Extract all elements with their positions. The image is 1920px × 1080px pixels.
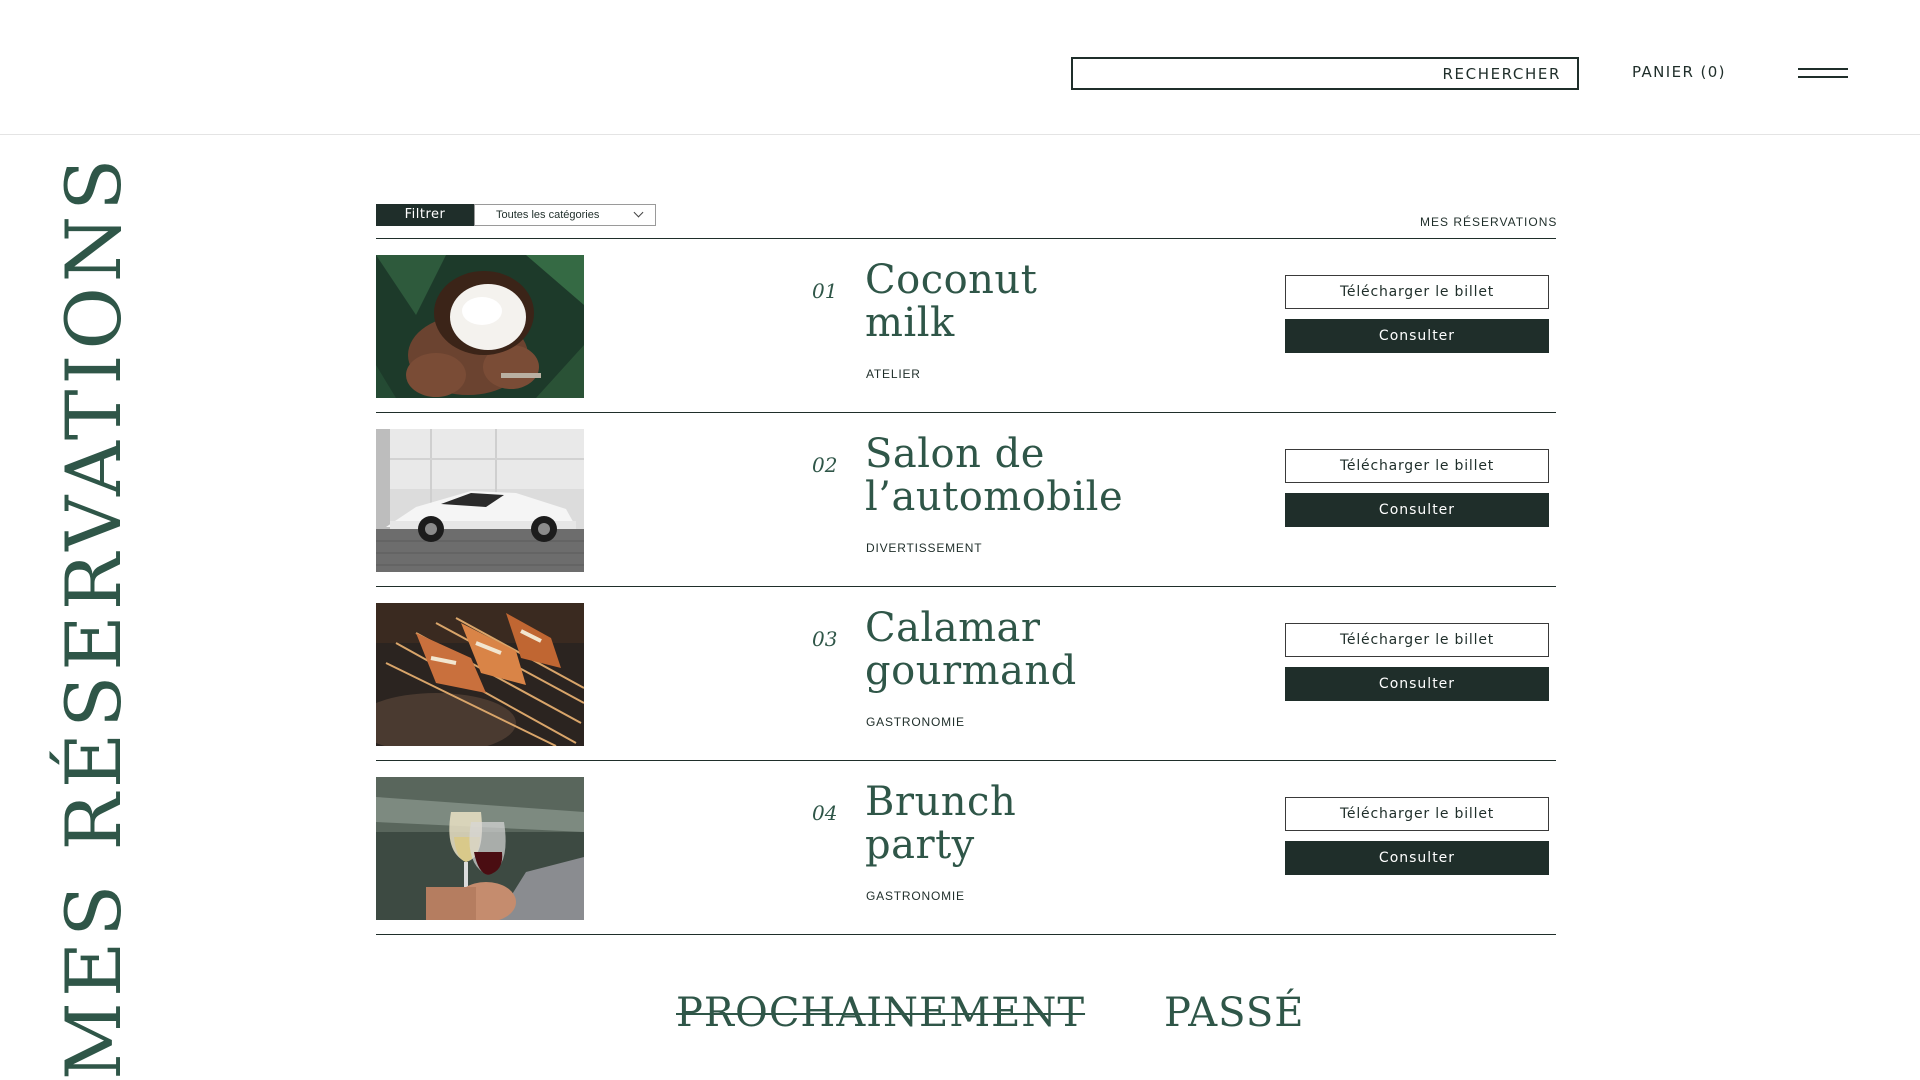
booking-title-line1: Brunch xyxy=(865,779,1017,825)
search-button[interactable]: RECHERCHER xyxy=(1443,65,1561,83)
booking-title-line2: milk xyxy=(865,300,955,346)
grilled-squid-photo xyxy=(376,603,584,746)
cart-link[interactable]: PANIER (0) xyxy=(1632,63,1726,81)
filter-label: Filtrer xyxy=(376,204,474,226)
booking-category: DIVERTISSEMENT xyxy=(866,541,983,555)
booking-number: 04 xyxy=(812,801,838,825)
booking-title-line2: gourmand xyxy=(865,648,1077,694)
chevron-down-icon xyxy=(633,207,644,218)
hamburger-icon[interactable] xyxy=(1798,65,1848,81)
booking-number: 03 xyxy=(812,627,838,651)
my-bookings-heading: MES RÉSERVATIONS xyxy=(1420,215,1558,229)
view-button[interactable]: Consulter xyxy=(1285,319,1549,353)
coconut-photo xyxy=(376,255,584,398)
site-header: RECHERCHER PANIER (0) xyxy=(0,0,1920,135)
booking-title-line1: Coconut xyxy=(865,257,1038,303)
search-input[interactable] xyxy=(1079,62,1379,86)
download-ticket-button[interactable]: Télécharger le billet xyxy=(1285,623,1549,657)
page-title-vertical: MES RÉSERVATIONS xyxy=(49,153,138,1080)
booking-category: GASTRONOMIE xyxy=(866,889,965,903)
download-ticket-button[interactable]: Télécharger le billet xyxy=(1285,797,1549,831)
booking-title: Salon de l’automobile xyxy=(865,433,1195,519)
booking-title: Coconut milk xyxy=(865,259,1195,345)
download-ticket-button[interactable]: Télécharger le billet xyxy=(1285,275,1549,309)
sports-car-photo xyxy=(376,429,584,572)
view-button[interactable]: Consulter xyxy=(1285,841,1549,875)
booking-row: 02 Salon de l’automobile DIVERTISSEMENT … xyxy=(376,413,1556,587)
booking-title-line2: l’automobile xyxy=(865,474,1124,520)
booking-title-line2: party xyxy=(865,822,975,868)
booking-row: 01 Coconut milk ATELIER Télécharger le b… xyxy=(376,239,1556,413)
tab-past[interactable]: PASSÉ xyxy=(1164,990,1304,1036)
booking-number: 02 xyxy=(812,453,838,477)
tab-upcoming[interactable]: PROCHAINEMENT xyxy=(676,990,1085,1036)
booking-title-line1: Salon de xyxy=(865,431,1045,477)
view-button[interactable]: Consulter xyxy=(1285,667,1549,701)
booking-category: ATELIER xyxy=(866,367,921,381)
search-box[interactable]: RECHERCHER xyxy=(1071,57,1579,90)
booking-row: 03 Calamar gourmand GASTRONOMIE Téléchar… xyxy=(376,587,1556,761)
booking-title-line1: Calamar xyxy=(865,605,1041,651)
booking-title: Calamar gourmand xyxy=(865,607,1195,693)
booking-row: 04 Brunch party GASTRONOMIE Télécharger … xyxy=(376,761,1556,935)
category-select[interactable]: Toutes les catégories xyxy=(474,204,656,226)
booking-number: 01 xyxy=(812,279,838,303)
wine-glasses-photo xyxy=(376,777,584,920)
booking-category: GASTRONOMIE xyxy=(866,715,965,729)
view-button[interactable]: Consulter xyxy=(1285,493,1549,527)
filter-bar: Filtrer Toutes les catégories xyxy=(376,204,656,226)
download-ticket-button[interactable]: Télécharger le billet xyxy=(1285,449,1549,483)
booking-title: Brunch party xyxy=(865,781,1195,867)
category-select-value: Toutes les catégories xyxy=(496,209,600,221)
